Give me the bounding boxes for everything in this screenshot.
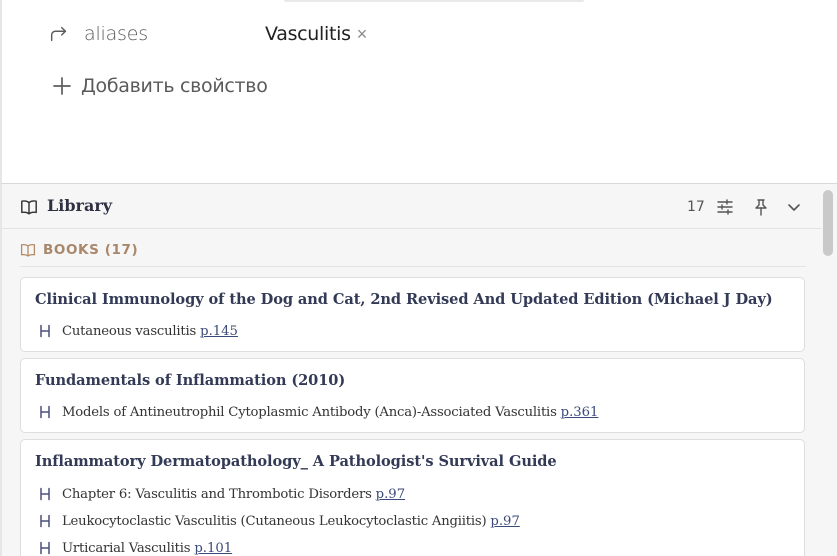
top-input-edge <box>284 0 584 2</box>
entry-text: Cutaneous vasculitis <box>62 323 197 339</box>
library-count: 17 <box>687 199 705 215</box>
heading-icon <box>40 405 50 419</box>
property-value-tags[interactable]: Vasculitis × <box>265 23 367 45</box>
tag-remove-button[interactable]: × <box>357 25 368 43</box>
books-section-header[interactable]: BOOKS (17) <box>20 242 138 258</box>
chevron-down-icon[interactable] <box>784 197 804 217</box>
heading-icon <box>40 324 50 338</box>
book-card: Clinical Immunology of the Dog and Cat, … <box>20 277 805 352</box>
heading-entry[interactable]: Urticarial Vasculitis p.101 <box>38 538 232 556</box>
book-open-icon <box>20 244 36 257</box>
heading-entry[interactable]: Models of Antineutrophil Cytoplasmic Ant… <box>38 402 598 422</box>
page-link[interactable]: p.97 <box>376 487 405 502</box>
heading-entry[interactable]: Leukocytoclastic Vasculitis (Cutaneous L… <box>38 511 520 531</box>
book-title[interactable]: Inflammatory Dermatopathology_ A Patholo… <box>35 453 557 470</box>
heading-entry[interactable]: Chapter 6: Vasculitis and Thrombotic Dis… <box>38 484 405 504</box>
scrollbar-thumb[interactable] <box>823 190 833 256</box>
book-open-icon <box>21 200 37 215</box>
entry-text: Leukocytoclastic Vasculitis (Cutaneous L… <box>62 513 487 529</box>
page-link[interactable]: p.361 <box>561 405 599 420</box>
entry-text: Chapter 6: Vasculitis and Thrombotic Dis… <box>62 486 372 502</box>
page-link[interactable]: p.101 <box>194 541 232 556</box>
book-title[interactable]: Fundamentals of Inflammation (2010) <box>35 372 345 389</box>
heading-entry[interactable]: Cutaneous vasculitis p.145 <box>38 321 238 341</box>
heading-icon <box>40 541 50 555</box>
alias-tag[interactable]: Vasculitis <box>265 23 351 45</box>
arrow-turn-right-icon <box>50 26 67 42</box>
page-link[interactable]: p.97 <box>490 514 519 529</box>
sliders-icon[interactable] <box>715 197 735 217</box>
property-row-aliases[interactable]: aliases Vasculitis × <box>48 20 808 48</box>
section-divider <box>20 266 806 267</box>
properties-pane: aliases Vasculitis × Добавить свойство <box>0 0 837 183</box>
entry-text: Urticarial Vasculitis <box>62 540 191 556</box>
add-property-button[interactable]: Добавить свойство <box>52 72 268 100</box>
book-title[interactable]: Clinical Immunology of the Dog and Cat, … <box>35 291 773 308</box>
entry-text: Models of Antineutrophil Cytoplasmic Ant… <box>62 404 557 420</box>
library-panel: Library 17 BOOKS (17) Clinical Immunolog… <box>0 183 837 556</box>
book-card: Fundamentals of Inflammation (2010) Mode… <box>20 358 805 433</box>
heading-icon <box>40 487 50 501</box>
book-card: Inflammatory Dermatopathology_ A Patholo… <box>20 439 805 556</box>
library-title: Library <box>47 196 113 215</box>
heading-icon <box>40 514 50 528</box>
plus-icon <box>53 77 71 95</box>
add-property-label: Добавить свойство <box>81 75 268 97</box>
library-header: Library 17 <box>2 184 822 229</box>
page-link[interactable]: p.145 <box>200 324 238 339</box>
pin-icon[interactable] <box>751 197 771 217</box>
books-section-label: BOOKS (17) <box>43 242 139 258</box>
property-key[interactable]: aliases <box>84 23 148 45</box>
